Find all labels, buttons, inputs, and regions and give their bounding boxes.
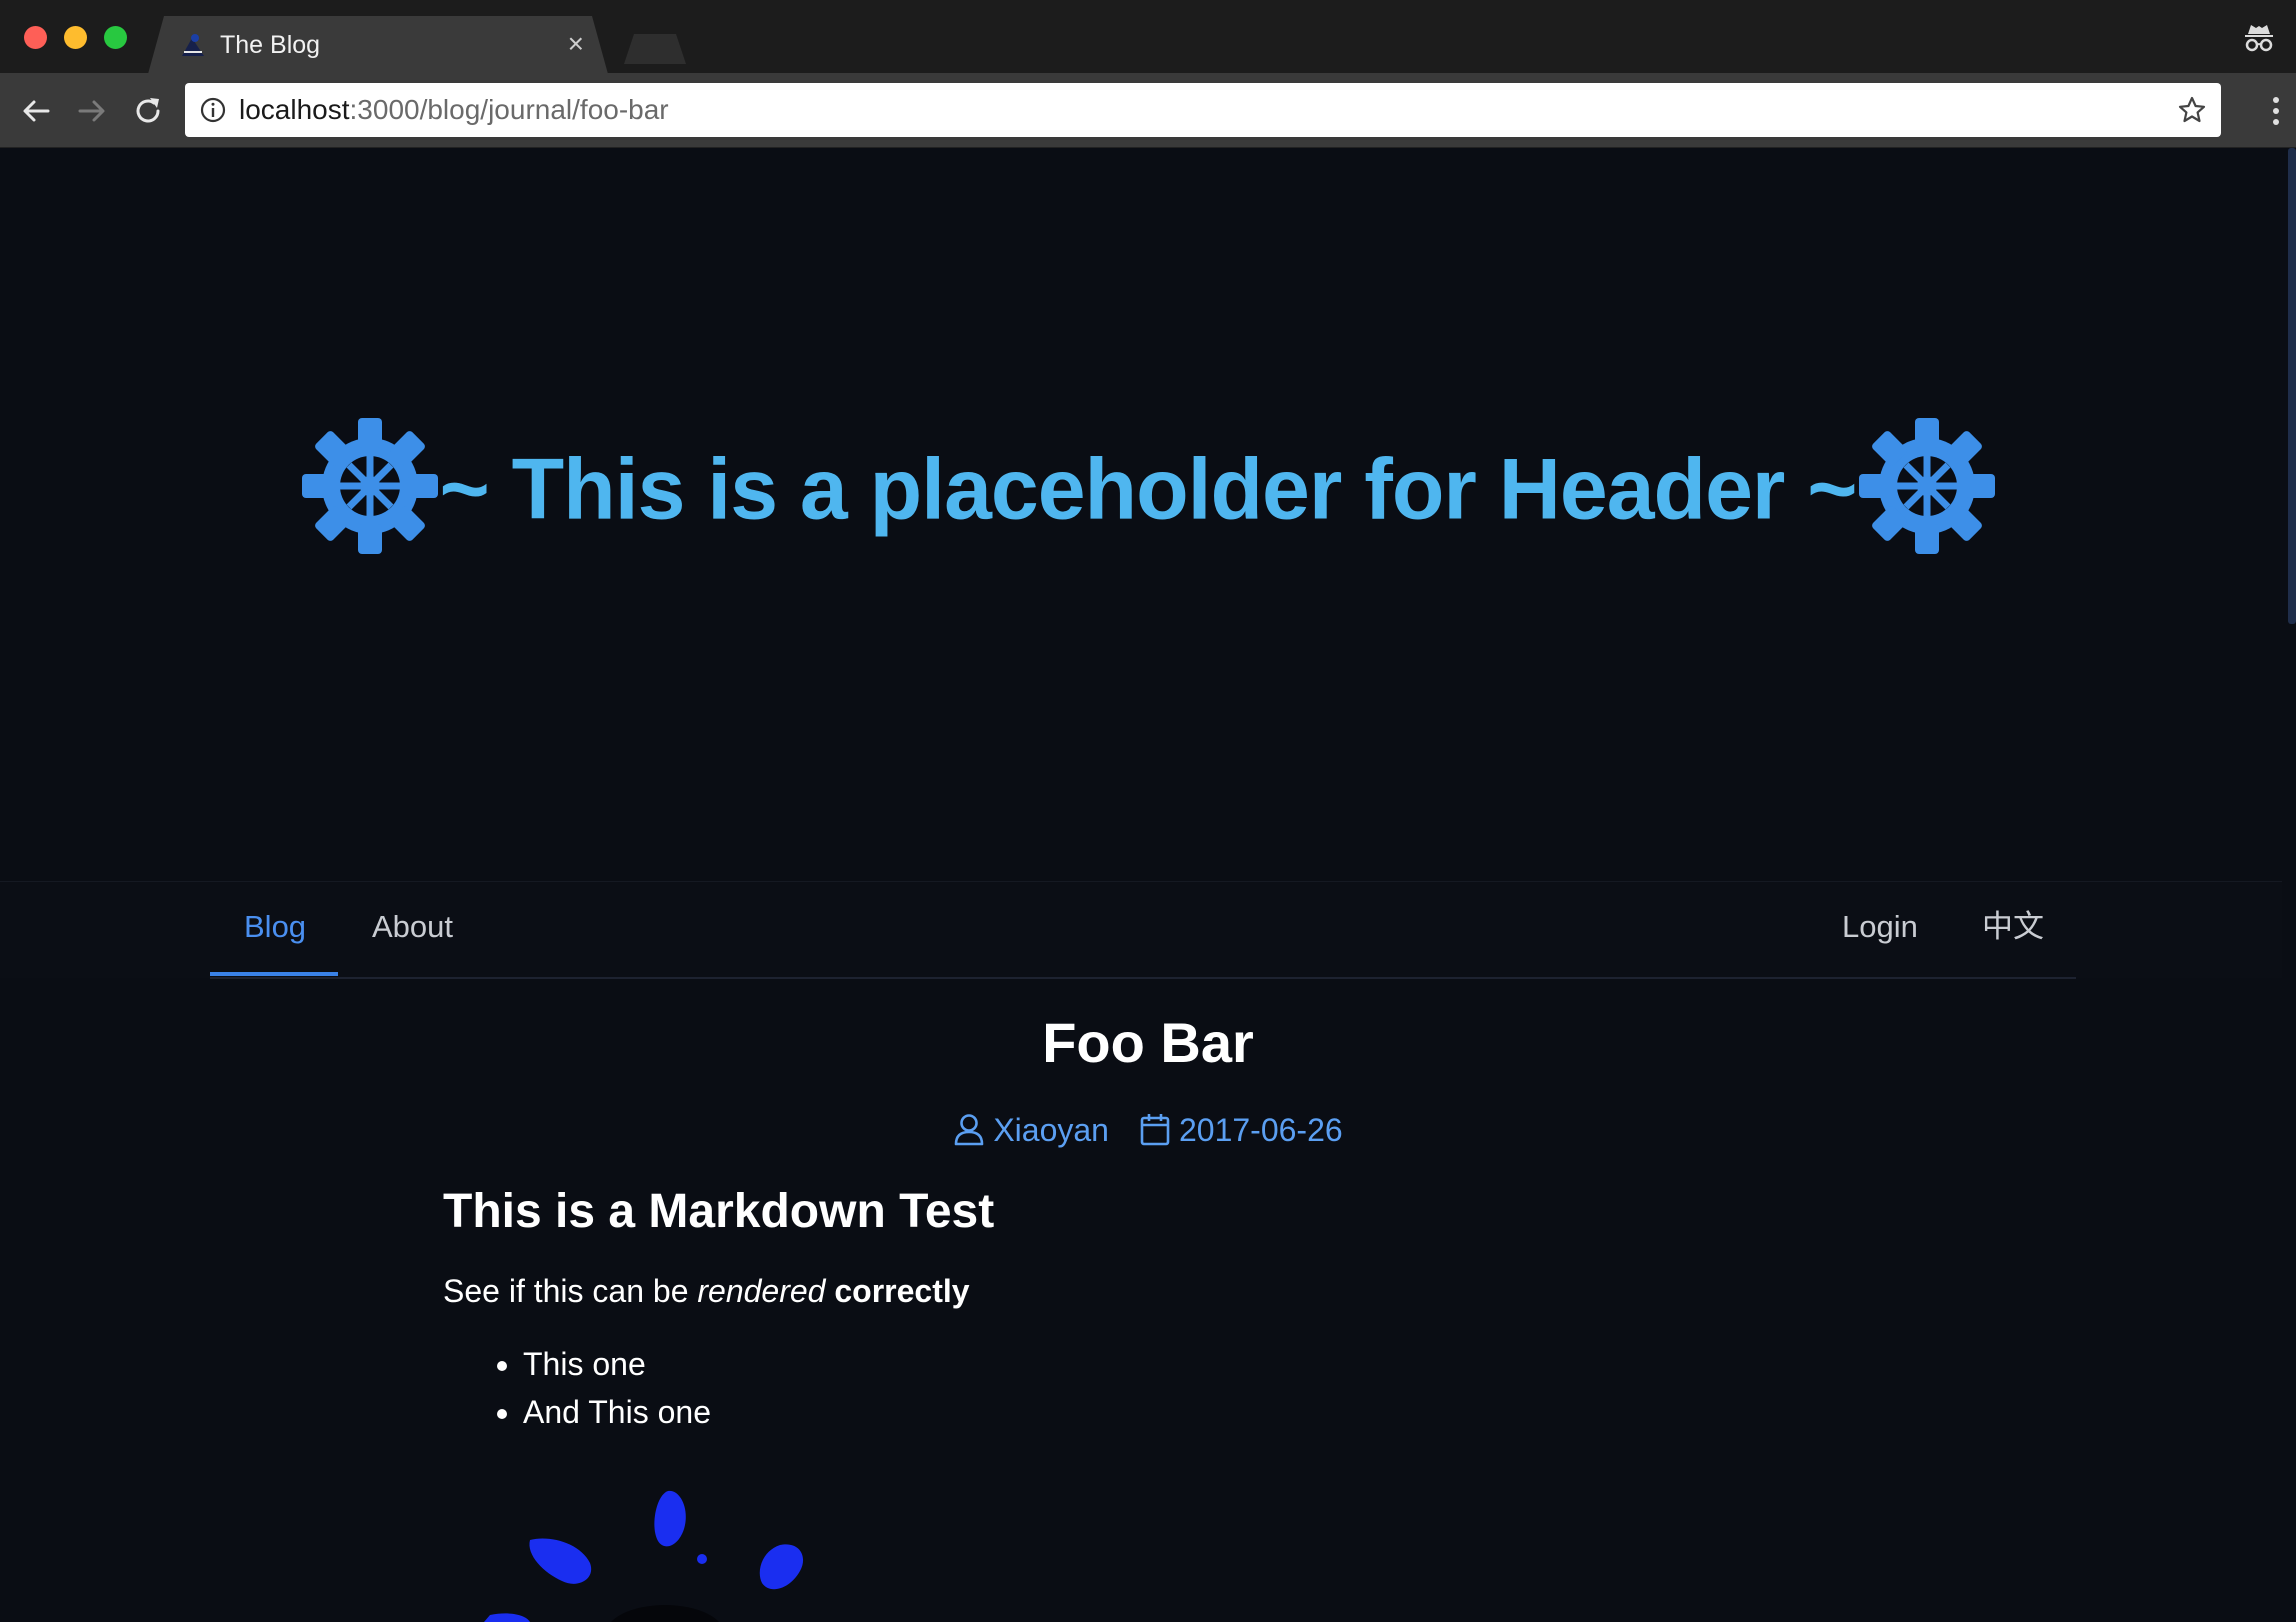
tab-title: The Blog: [220, 31, 321, 59]
header-title: ~ This is a placeholder for Header ~: [0, 418, 2296, 556]
list-item: This one: [523, 1340, 1943, 1388]
paragraph-text: See if this can be: [443, 1273, 698, 1309]
minimize-window-button[interactable]: [64, 26, 87, 49]
header-banner: ~ This is a placeholder for Header ~: [0, 148, 2296, 881]
post-date: 2017-06-26: [1178, 1112, 1343, 1148]
tab-close-icon[interactable]: ×: [568, 28, 584, 60]
url-text[interactable]: localhost:3000/blog/journal/foo-bar: [239, 93, 669, 127]
forward-icon[interactable]: [74, 93, 110, 129]
new-tab-button[interactable]: [624, 34, 686, 64]
address-bar[interactable]: localhost:3000/blog/journal/foo-bar: [185, 83, 2221, 137]
url-path: :3000/blog/journal/foo-bar: [349, 94, 669, 125]
favicon-icon: [178, 30, 208, 60]
back-icon[interactable]: [18, 93, 54, 129]
content-heading: This is a Markdown Test: [443, 1185, 995, 1238]
nav-link-login[interactable]: Login: [1842, 904, 1918, 950]
incognito-icon: [2245, 25, 2273, 52]
menu-icon[interactable]: [2270, 95, 2282, 127]
post-meta: Xiaoyan 2017-06-26: [0, 1108, 2296, 1152]
post-author-link[interactable]: Xiaoyan: [993, 1112, 1109, 1148]
star-icon[interactable]: [2177, 95, 2207, 125]
nav-link-language[interactable]: 中文: [1982, 904, 2044, 950]
header-prefix: ~: [439, 441, 512, 538]
content-paragraph: See if this can be rendered correctly: [443, 1270, 1943, 1312]
close-window-button[interactable]: [24, 26, 47, 49]
info-icon[interactable]: [199, 96, 227, 124]
reload-icon[interactable]: [130, 93, 166, 129]
post-title: Foo Bar: [1042, 1011, 1254, 1074]
nav-link-blog[interactable]: Blog: [244, 904, 306, 950]
active-tab-indicator: [210, 972, 338, 976]
header-suffix: ~: [1784, 441, 1857, 538]
site-navbar: Blog About Login 中文: [0, 881, 2282, 979]
post-image: [484, 1490, 804, 1622]
navbar-inner: Blog About Login 中文: [210, 882, 2076, 979]
url-host: localhost: [239, 94, 350, 125]
calendar-icon: [1140, 1114, 1170, 1146]
browser-tab[interactable]: The Blog ×: [148, 16, 608, 74]
post-content: This is a Markdown Test See if this can …: [443, 1180, 1943, 1436]
ship-wheel-icon: [301, 418, 438, 554]
zoom-window-button[interactable]: [104, 26, 127, 49]
paragraph-strong: correctly: [834, 1273, 970, 1309]
browser-toolbar: localhost:3000/blog/journal/foo-bar: [0, 73, 2296, 148]
ship-wheel-icon: [1858, 418, 1995, 554]
user-icon: [955, 1114, 984, 1146]
browser-tab-bar: The Blog ×: [0, 0, 2296, 74]
list-item: And This one: [523, 1388, 1943, 1436]
header-text: This is a placeholder for Header: [511, 441, 1786, 538]
web-page: ~ This is a placeholder for Header ~ Blo…: [0, 148, 2296, 1622]
paragraph-emphasis: rendered: [697, 1273, 826, 1309]
content-list: This one And This one: [443, 1340, 1943, 1436]
nav-link-about[interactable]: About: [372, 904, 453, 950]
